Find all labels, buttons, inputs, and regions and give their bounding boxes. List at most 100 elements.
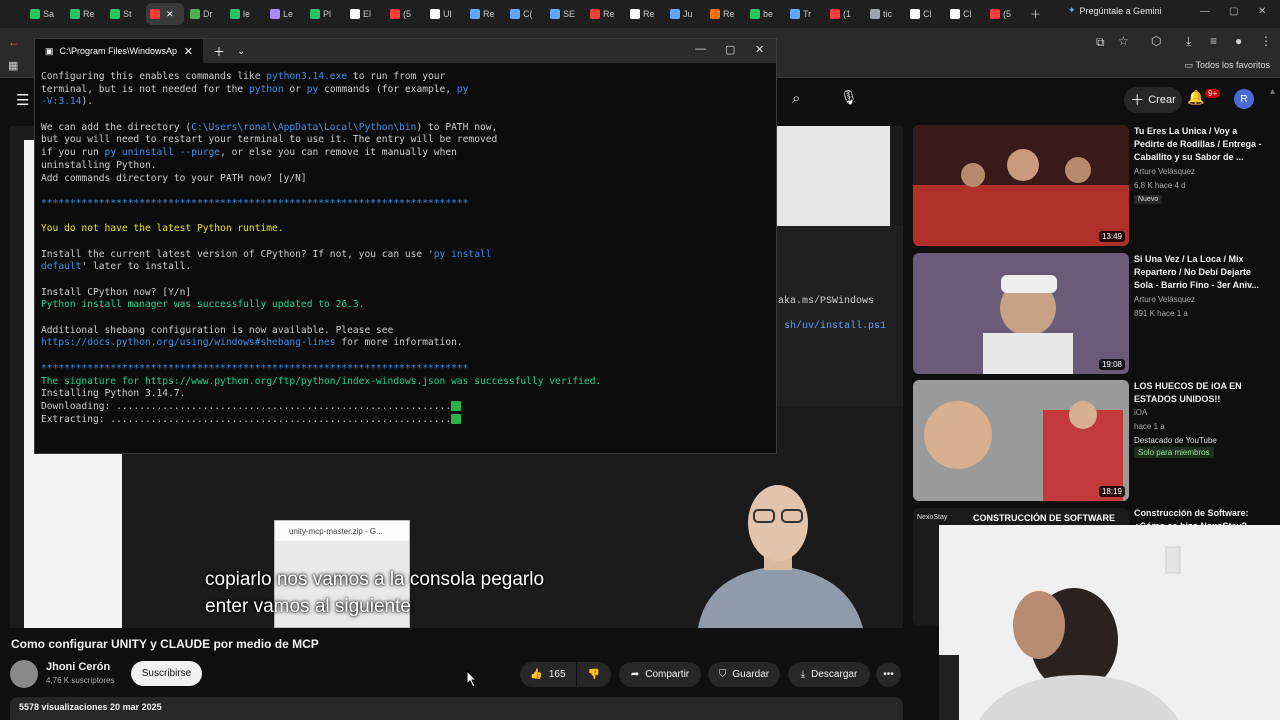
recommendation-title[interactable]: Construcción de Software: ¿Cómo se hizo … [1134,507,1269,525]
video-thumbnail[interactable]: 18:19 [913,380,1129,501]
tab-favicon-icon [150,9,160,19]
bell-icon[interactable]: 🔔 [1187,89,1204,106]
browser-tab[interactable]: Ju [666,3,704,25]
tab-favicon-icon [750,9,760,19]
terminal-text: to run from your [347,71,446,82]
tab-close-icon[interactable]: ✕ [184,45,193,58]
subscribe-button[interactable]: Suscribirse [131,661,202,686]
recommendation-meta: 6,8 K hace 4 d [1134,181,1186,190]
recommendation-title[interactable]: Si Una Vez / La Loca / Mix Repartero / N… [1134,253,1269,292]
search-icon[interactable]: ⌕ [792,90,800,107]
apps-grid-icon[interactable]: ▦ [8,59,18,72]
terminal-text: You do not have the latest Python runtim… [41,223,284,235]
scrollbar-up-icon[interactable]: ▴ [1270,86,1275,97]
bookmark-icon: ⛉ [718,669,727,680]
browser-tab[interactable]: Tr [786,3,824,25]
bg-terminal-line: sh/uv/install.ps1 [784,321,887,332]
share-button[interactable]: ➦ Compartir [619,662,701,687]
back-arrow-icon[interactable]: ← [8,35,20,49]
webcam-overlay [939,525,1280,720]
terminal-minimize-icon[interactable]: — [695,43,706,55]
browser-tab[interactable]: (5 [386,3,424,25]
tab-favicon-icon [350,9,360,19]
terminal-line: -V:3.14). [41,96,770,109]
dislike-button[interactable]: 👎 [577,662,611,687]
more-actions-button[interactable]: ••• [876,662,901,687]
create-button[interactable]: ＋ Crear [1124,87,1182,113]
tab-favicon-icon [710,9,720,19]
channel-name[interactable]: Jhoni Cerón [46,661,110,673]
browser-tab[interactable]: Re [466,3,504,25]
browser-tab[interactable]: ✕ [146,3,184,25]
extensions-icon[interactable]: ⬡ [1151,34,1161,48]
browser-tab-label: Ul [443,9,452,19]
recommendation-item[interactable]: 19:08 Si Una Vez / La Loca / Mix Reparte… [913,253,1270,375]
browser-tab[interactable]: Ul [426,3,464,25]
browser-tab[interactable]: be [746,3,784,25]
tab-favicon-icon [470,9,480,19]
recommendation-title[interactable]: Tu Eres La Unica / Voy a Pedirte de Rodi… [1134,125,1269,164]
browser-tab[interactable]: El [346,3,384,25]
terminal-tab[interactable]: ▣ C:\Program Files\WindowsAp ✕ [35,39,203,63]
browser-tab[interactable]: Re [706,3,744,25]
browser-tab[interactable]: Le [266,3,304,25]
terminal-text: default [41,261,82,273]
views-and-date[interactable]: 5578 visualizaciones 20 mar 2025 [10,697,903,720]
browser-tab[interactable]: Sa [26,3,64,25]
downloads-icon[interactable]: ⤓ [1186,34,1191,49]
recommendation-channel[interactable]: Arturo Velásquez [1134,295,1195,304]
recommendation-channel[interactable]: iOA [1134,408,1147,417]
recommendation-channel[interactable]: Arturo Velásquez [1134,167,1195,176]
gemini-icon: ✦ [1068,5,1076,15]
new-tab-icon[interactable]: ＋ [213,43,225,60]
save-button[interactable]: ⛉ Guardar [708,662,780,687]
tab-favicon-icon [590,9,600,19]
browser-tab[interactable]: St [106,3,144,25]
browser-tab[interactable]: (1 [826,3,864,25]
star-icon[interactable]: ☆ [1118,34,1129,48]
download-button[interactable]: ⤓ Descargar [788,662,870,687]
profile-dot-icon[interactable]: ● [1235,34,1242,48]
browser-tab[interactable]: Re [586,3,624,25]
video-thumbnail[interactable]: 13:49 [913,125,1129,246]
account-avatar[interactable]: R [1234,89,1254,109]
terminal-text: for more information. [335,337,463,349]
channel-avatar[interactable] [10,660,38,688]
recommendation-item[interactable]: 13:49 Tu Eres La Unica / Voy a Pedirte d… [913,125,1270,247]
tab-close-icon[interactable]: ✕ [166,9,174,20]
video-title: Como configurar UNITY y CLAUDE por medio… [11,637,319,651]
minimize-icon[interactable]: — [1200,6,1210,17]
browser-tab[interactable]: Cl [906,3,944,25]
recommendation-title[interactable]: LOS HUECOS DE iOA EN ESTADOS UNIDOS!! [1134,380,1269,406]
terminal-maximize-icon[interactable]: ▢ [725,43,735,56]
close-icon[interactable]: ✕ [1258,6,1266,17]
browser-tab[interactable]: Pl [306,3,344,25]
browser-tab[interactable]: (5 [986,3,1024,25]
terminal-close-icon[interactable]: ✕ [755,43,764,56]
browser-tab[interactable]: SE [546,3,584,25]
like-button[interactable]: 👍 165 [520,662,576,687]
tab-dropdown-icon[interactable]: ⌄ [237,46,245,57]
recommendation-meta: 891 K hace 1 a [1134,309,1188,318]
browser-tab[interactable]: Cl [946,3,984,25]
browser-tab[interactable]: le [226,3,264,25]
browser-tab[interactable]: Re [626,3,664,25]
gemini-button[interactable]: ✦ Pregúntale a Gemini [1068,5,1162,16]
reading-list-icon[interactable]: ≡ [1210,34,1217,48]
all-bookmarks-link[interactable]: ▭ Todos los favoritos [1185,60,1270,71]
mic-icon[interactable]: 🎙 [840,89,858,106]
install-app-icon[interactable]: ⧉ [1096,35,1105,50]
tab-favicon-icon [670,9,680,19]
hamburger-icon[interactable]: ☰ [16,91,29,109]
maximize-icon[interactable]: ▢ [1229,6,1238,17]
new-tab-icon[interactable]: ＋ [1030,6,1041,22]
recommendation-item[interactable]: 18:19 LOS HUECOS DE iOA EN ESTADOS UNIDO… [913,380,1270,502]
browser-tab[interactable]: Re [66,3,104,25]
browser-tab[interactable]: C( [506,3,544,25]
browser-tab[interactable]: tic [866,3,904,25]
browser-menu-icon[interactable]: ⋮ [1260,34,1272,48]
subtitles: copiarlo nos vamos a la consola pegarlo … [205,566,544,620]
browser-tab[interactable]: Dr [186,3,224,25]
video-thumbnail[interactable]: 19:08 [913,253,1129,374]
terminal-window[interactable]: ▣ C:\Program Files\WindowsAp ✕ ＋ ⌄ — ▢ ✕… [34,38,777,454]
